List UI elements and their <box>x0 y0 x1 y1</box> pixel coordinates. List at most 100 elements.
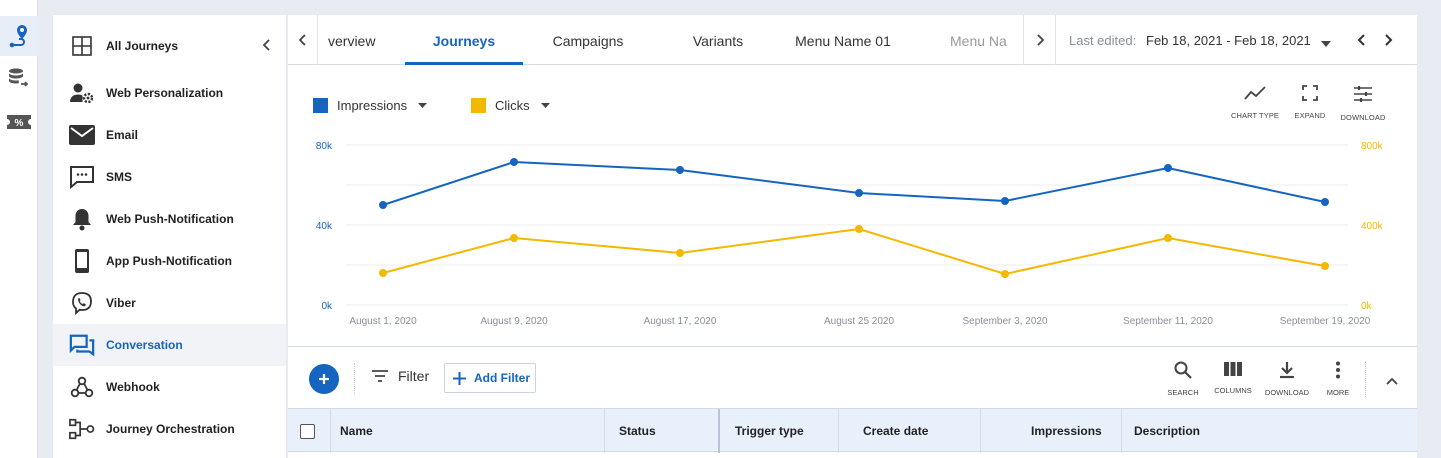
database-export-icon <box>9 68 29 87</box>
sidebar-item-viber[interactable]: Viber <box>53 282 286 324</box>
column-header-create-date[interactable]: Create date <box>863 409 928 453</box>
column-header-impressions[interactable]: Impressions <box>1031 409 1102 453</box>
sidebar-item-label: Webhook <box>106 380 160 394</box>
date-prev-button[interactable] <box>1356 32 1368 53</box>
legend-label-clicks: Clicks <box>495 97 530 113</box>
chart-type-button[interactable]: CHART TYPE <box>1225 85 1285 120</box>
more-button[interactable]: MORE <box>1313 361 1363 397</box>
legend-swatch-impressions <box>313 97 328 113</box>
column-header-name[interactable]: Name <box>340 409 373 453</box>
y-right-tick-label: 800k <box>1361 141 1384 152</box>
more-vertical-icon <box>1336 361 1340 379</box>
plus-icon <box>453 371 466 385</box>
download-label: DOWNLOAD <box>1264 388 1310 397</box>
sidebar-item-app-push[interactable]: App Push-Notification <box>53 240 286 282</box>
journey-sidebar: All Journeys Web Personalization Email S… <box>53 15 286 458</box>
add-journey-button[interactable] <box>309 364 339 394</box>
filter-label: Filter <box>398 368 430 384</box>
chevron-left-icon <box>1357 34 1365 46</box>
divider <box>1365 361 1366 397</box>
tab-variants[interactable]: Variants <box>678 15 758 65</box>
sidebar-item-label: Web Push-Notification <box>106 212 234 226</box>
table-header: Name Status Trigger type Create date Imp… <box>288 408 1417 453</box>
x-tick-label: August 9, 2020 <box>480 316 548 327</box>
add-filter-button[interactable]: Add Filter <box>444 363 536 393</box>
data-point-clicks <box>510 234 518 242</box>
select-all-checkbox[interactable] <box>300 424 315 439</box>
filter-button[interactable]: Filter <box>372 368 429 384</box>
expand-label: EXPAND <box>1294 111 1326 120</box>
rail-item-coupons[interactable]: % <box>0 102 38 142</box>
legend-impressions[interactable]: Impressions <box>313 95 428 115</box>
tab-scroll-left-button[interactable] <box>288 15 318 65</box>
rail-item-journeys[interactable] <box>0 16 38 56</box>
series-line-clicks <box>382 227 1326 276</box>
sidebar-item-label: Viber <box>106 296 136 310</box>
column-header-status[interactable]: Status <box>619 409 656 453</box>
sliders-icon <box>1354 86 1372 102</box>
column-header-description[interactable]: Description <box>1134 409 1200 453</box>
bell-icon <box>69 207 95 231</box>
sidebar-item-label: Conversation <box>106 338 183 352</box>
data-point-clicks <box>1001 270 1009 278</box>
date-range-value[interactable]: Feb 18, 2021 - Feb 18, 2021 <box>1146 33 1311 48</box>
y-left-tick-label: 80k <box>316 141 333 152</box>
search-label: SEARCH <box>1167 388 1199 397</box>
tab-overview[interactable]: verview <box>328 15 388 65</box>
data-point-impressions <box>855 189 863 197</box>
sidebar-item-label: SMS <box>106 170 133 184</box>
legend-label-impressions: Impressions <box>337 97 408 113</box>
columns-icon <box>1224 362 1242 376</box>
tab-campaigns[interactable]: Campaigns <box>548 15 628 65</box>
legend-clicks[interactable]: Clicks <box>471 95 551 115</box>
sidebar-item-conversation[interactable]: Conversation <box>53 324 286 366</box>
y-right-tick-label: 0k <box>1361 301 1373 312</box>
tab-scroll-right-button[interactable] <box>1023 15 1055 65</box>
x-tick-label: September 19, 2020 <box>1280 316 1371 327</box>
column-header-trigger-type[interactable]: Trigger type <box>735 409 804 453</box>
expand-button[interactable]: EXPAND <box>1280 85 1340 120</box>
data-point-impressions <box>676 166 684 174</box>
chart-download-button[interactable]: DOWNLOAD <box>1333 85 1393 122</box>
chart-panel: Impressions Clicks CHART TYPE EXPAND DOW… <box>288 65 1417 346</box>
svg-text:%: % <box>15 118 24 129</box>
data-point-clicks <box>1164 234 1172 242</box>
collapse-filterbar-button[interactable] <box>1385 373 1399 391</box>
tab-menu-name-01[interactable]: Menu Name 01 <box>788 15 898 65</box>
sidebar-item-web-personalization[interactable]: Web Personalization <box>53 72 286 114</box>
sidebar-header-label: All Journeys <box>106 39 179 53</box>
chevron-up-icon <box>1386 377 1398 385</box>
data-point-clicks <box>676 249 684 257</box>
tab-menu-name-02[interactable]: Menu Na <box>950 15 1023 65</box>
tab-journeys[interactable]: Journeys <box>405 15 523 65</box>
collapse-chevron-icon[interactable] <box>262 38 272 57</box>
filter-bar: Filter Add Filter SEARCH COLUMNS DOWNLOA… <box>288 346 1417 408</box>
sidebar-item-webhook[interactable]: Webhook <box>53 366 286 408</box>
x-tick-label: August 25 2020 <box>824 316 894 327</box>
chevron-right-icon <box>1385 34 1393 46</box>
rail-item-data[interactable] <box>0 58 38 98</box>
sidebar-item-journey-orchestration[interactable]: Journey Orchestration <box>53 408 286 450</box>
sidebar-item-label: App Push-Notification <box>106 254 232 268</box>
columns-button[interactable]: COLUMNS <box>1208 361 1258 395</box>
sidebar-header-all-journeys[interactable]: All Journeys <box>53 25 286 67</box>
date-range-label: Last edited: <box>1069 32 1137 48</box>
add-filter-label: Add Filter <box>474 371 530 385</box>
sidebar-item-label: Journey Orchestration <box>106 422 235 436</box>
tab-bar: verview Journeys Campaigns Variants Menu… <box>288 15 1417 65</box>
sidebar-item-sms[interactable]: SMS <box>53 156 286 198</box>
chevron-down-icon <box>418 102 428 108</box>
date-next-button[interactable] <box>1382 32 1394 53</box>
data-point-clicks <box>379 269 387 277</box>
table-search-button[interactable]: SEARCH <box>1158 361 1208 397</box>
sidebar-item-email[interactable]: Email <box>53 114 286 156</box>
date-range-dropdown-icon[interactable] <box>1320 35 1332 53</box>
table-download-button[interactable]: DOWNLOAD <box>1262 361 1312 397</box>
series-line-impressions <box>382 160 1326 206</box>
coupon-icon: % <box>7 115 31 129</box>
sidebar-item-web-push[interactable]: Web Push-Notification <box>53 198 286 240</box>
search-icon <box>1174 361 1192 379</box>
viber-icon <box>69 291 95 315</box>
legend-swatch-clicks <box>471 97 486 113</box>
chart-type-label: CHART TYPE <box>1230 111 1280 120</box>
